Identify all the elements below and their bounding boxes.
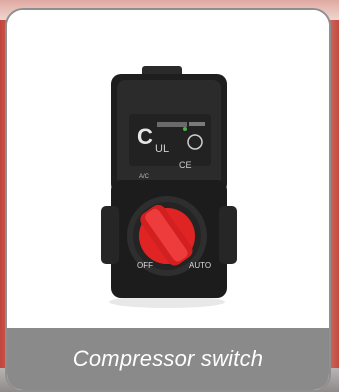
svg-text:C: C (137, 124, 153, 149)
svg-text:AUTO: AUTO (189, 261, 211, 270)
caption-text: Compressor switch (72, 346, 264, 371)
product-photo: C UL CE OFF AUTO A/C (7, 10, 329, 328)
svg-text:A/C: A/C (139, 174, 150, 180)
product-card: C UL CE OFF AUTO A/C Compressor switch (5, 8, 331, 392)
svg-text:OFF: OFF (137, 261, 153, 270)
svg-text:UL: UL (155, 143, 169, 155)
svg-text:CE: CE (179, 160, 192, 170)
compressor-switch-image: C UL CE OFF AUTO A/C (101, 66, 237, 308)
caption-bar: Compressor switch (7, 328, 329, 390)
